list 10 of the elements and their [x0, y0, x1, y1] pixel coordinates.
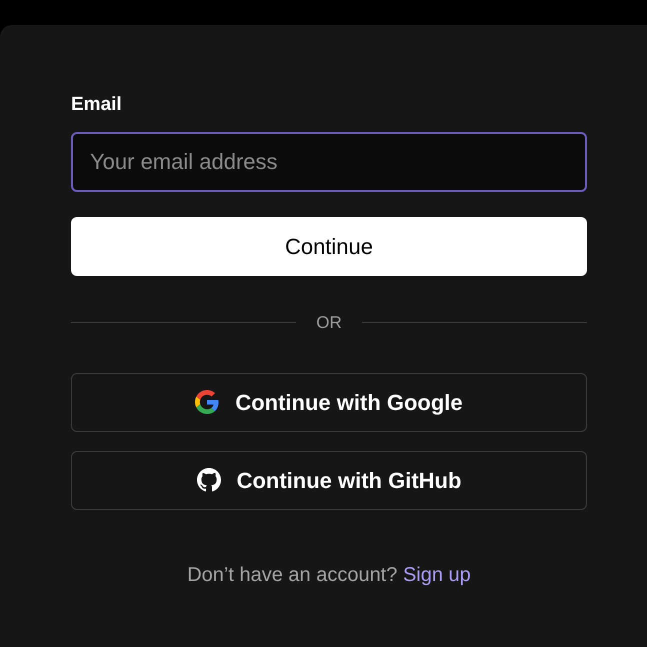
- signup-prompt: Don’t have an account? Sign up: [186, 562, 472, 588]
- github-icon: [196, 468, 221, 492]
- continue-button[interactable]: Continue: [71, 217, 587, 276]
- email-field[interactable]: Your email address: [71, 132, 587, 192]
- signup-link[interactable]: Sign up: [402, 564, 471, 586]
- sign-in-button[interactable]: Continue with GitHub: [71, 450, 587, 510]
- google-icon: [195, 390, 220, 414]
- sign-in-button[interactable]: Continue with Google: [71, 372, 587, 432]
- email-label: Email: [71, 93, 122, 117]
- divider-label: OR: [316, 312, 342, 334]
